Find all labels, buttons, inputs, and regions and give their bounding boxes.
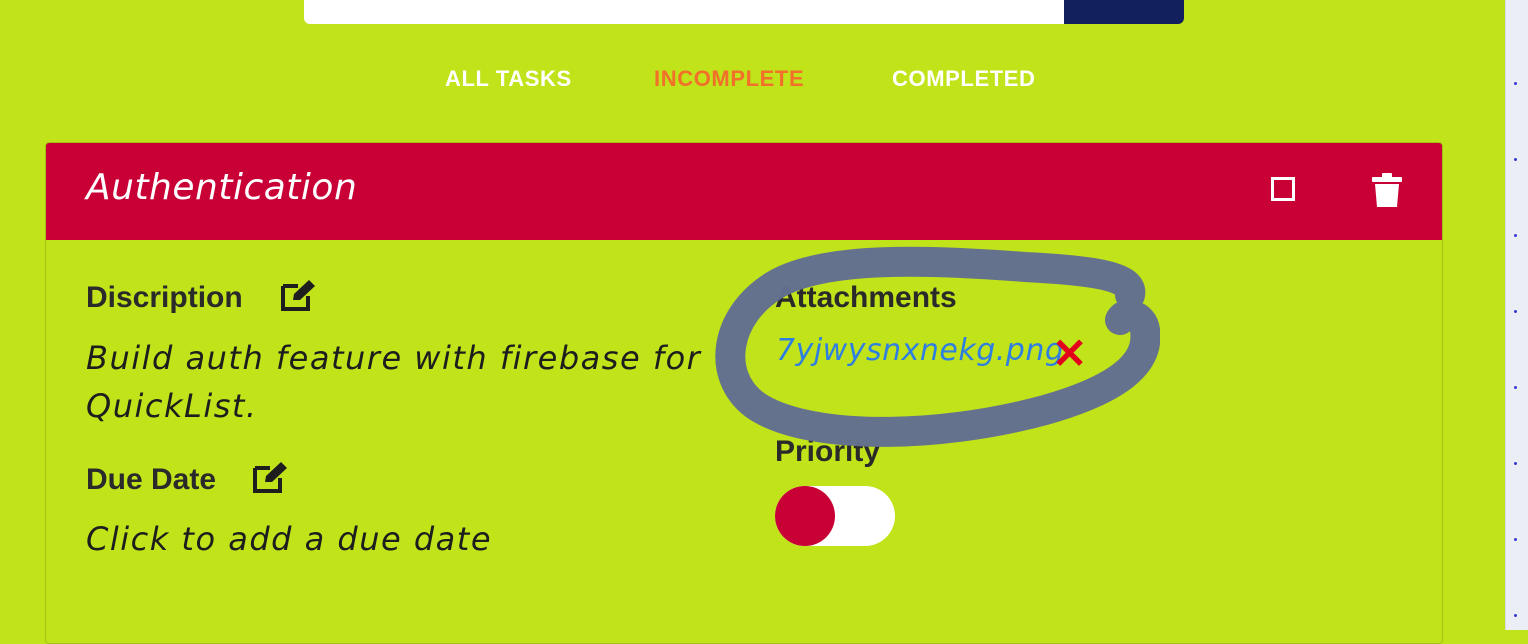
trash-icon[interactable]	[1372, 173, 1402, 212]
due-date-text[interactable]: Click to add a due date	[86, 515, 492, 563]
tab-completed[interactable]: COMPLETED	[892, 66, 1036, 92]
close-icon[interactable]: ✕	[1052, 333, 1087, 375]
strip-dot	[1514, 158, 1517, 161]
strip-dot	[1514, 234, 1517, 237]
complete-checkbox-icon[interactable]	[1271, 177, 1295, 201]
search-button[interactable]	[1064, 0, 1184, 24]
strip-dot	[1514, 386, 1517, 389]
due-date-label: Due Date	[86, 463, 217, 496]
description-label: Discription	[86, 281, 243, 314]
strip-dot	[1514, 462, 1517, 465]
task-filter-tabs: ALL TASKS INCOMPLETE COMPLETED	[0, 66, 1505, 98]
task-title[interactable]: Authentication	[86, 167, 357, 208]
attachment-link[interactable]: 7yjwysnxnekg.png	[776, 333, 1064, 368]
search-input[interactable]	[304, 0, 1064, 24]
toggle-knob	[775, 486, 835, 546]
task-card: Authentication Discription Build auth fe…	[45, 142, 1443, 644]
task-card-header: Authentication	[46, 143, 1442, 240]
description-text[interactable]: Build auth feature with firebase for Qui…	[86, 334, 706, 430]
edit-due-date-icon[interactable]	[252, 460, 290, 499]
tab-incomplete[interactable]: INCOMPLETE	[654, 66, 804, 92]
priority-label: Priority	[775, 435, 881, 468]
strip-dot	[1514, 538, 1517, 541]
strip-dot	[1514, 310, 1517, 313]
scrollbar-strip[interactable]	[1505, 0, 1528, 630]
attachments-label: Attachments	[775, 281, 957, 314]
edit-description-icon[interactable]	[280, 278, 318, 317]
priority-toggle[interactable]	[775, 486, 895, 546]
strip-dot	[1514, 82, 1517, 85]
strip-dot	[1514, 614, 1517, 617]
tab-all-tasks[interactable]: ALL TASKS	[445, 66, 572, 92]
